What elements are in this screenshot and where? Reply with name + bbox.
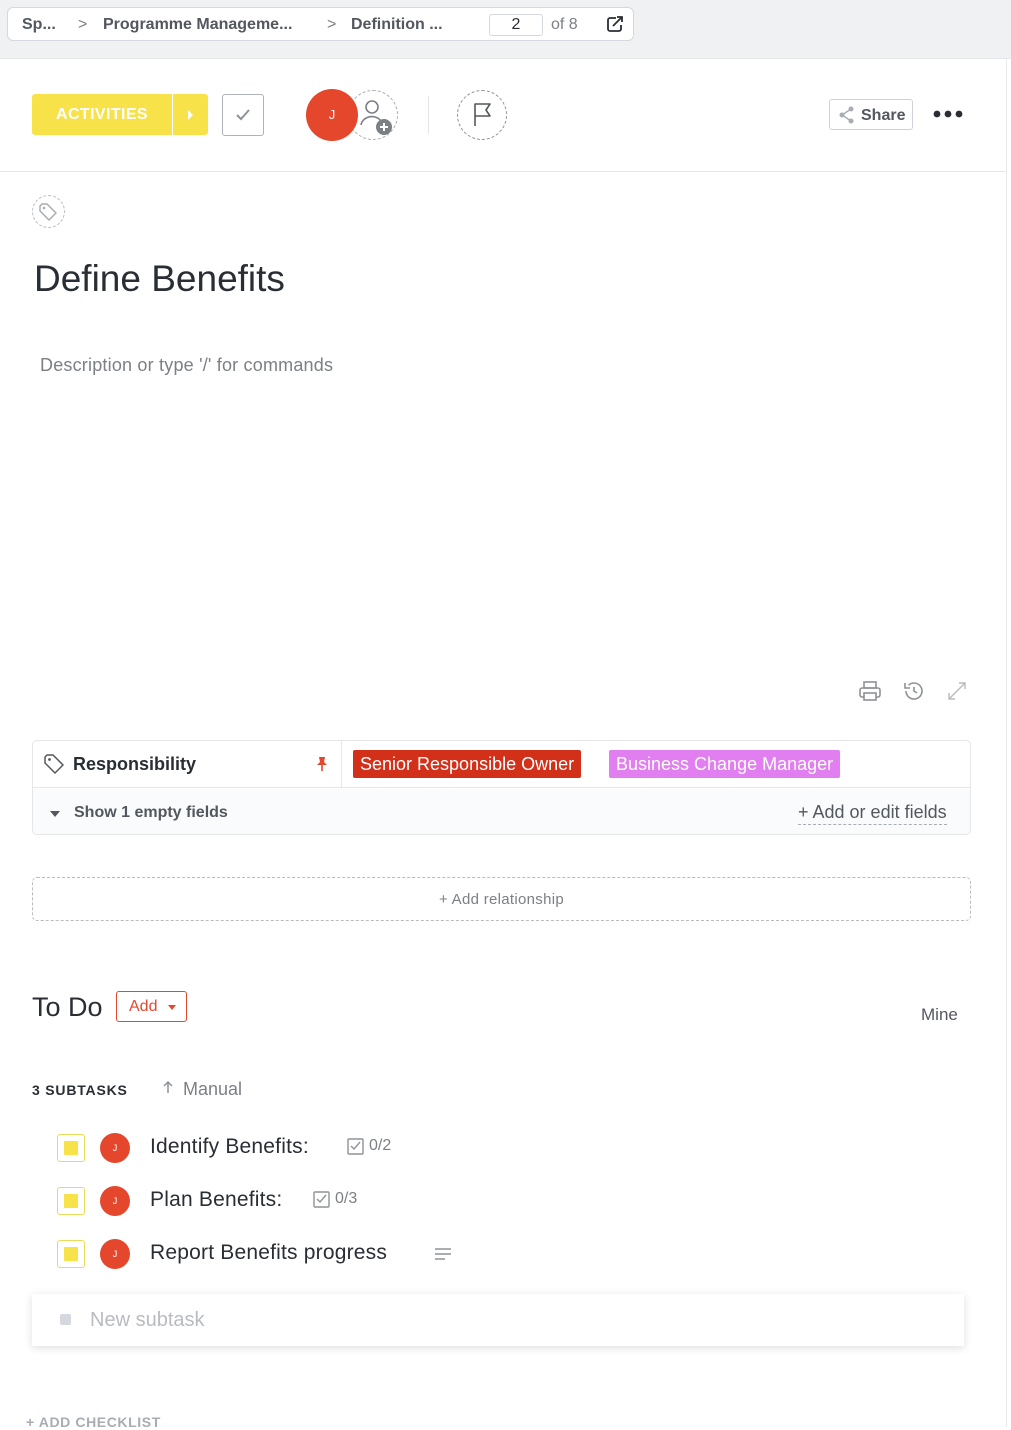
top-navigation-bar: Sp... > Programme Manageme... > Definiti… [0,0,1011,59]
page-number-input[interactable]: 2 [489,14,543,36]
subtask-row[interactable]: J Report Benefits progress [0,1239,1006,1280]
custom-fields-card: Responsibility Senior Responsible Owner … [32,740,971,835]
subtask-name[interactable]: Plan Benefits: [150,1188,282,1212]
subtask-status[interactable] [57,1187,85,1215]
checklist-icon [313,1191,330,1208]
description-icon [435,1248,451,1260]
mine-filter[interactable]: Mine [921,1005,958,1025]
breadcrumb-separator: > [78,16,88,33]
checklist-progress: 0/2 [369,1137,392,1154]
sort-manual[interactable]: Manual [183,1079,242,1100]
print-icon[interactable] [858,679,882,703]
subtasks-count: 3 SUBTASKS [32,1082,128,1098]
add-edit-fields-link[interactable]: + Add or edit fields [798,802,947,825]
tag-icon [39,203,57,221]
assignee-avatar[interactable]: J [306,89,358,141]
field-divider [341,741,342,788]
add-tag-button[interactable] [32,195,65,228]
complete-task-button[interactable] [222,94,264,136]
breadcrumb-item-folder[interactable]: Programme Manageme... [103,16,292,34]
next-status-button[interactable] [173,94,208,135]
todo-heading: To Do [32,992,103,1022]
task-title[interactable]: Define Benefits [34,258,285,300]
field-footer: Show 1 empty fields + Add or edit fields [33,789,970,834]
flag-icon [474,103,491,126]
subtask-status[interactable] [57,1134,85,1162]
new-subtask-row[interactable]: New subtask [32,1294,964,1346]
page-total-label: of 8 [551,16,578,33]
panel-border [1006,59,1007,1427]
subtask-row[interactable]: J Plan Benefits: 0/3 [0,1186,1006,1227]
subtask-name[interactable]: Report Benefits progress [150,1241,387,1265]
subtask-row[interactable]: J Identify Benefits: 0/2 [0,1133,1006,1174]
toolbar-divider [428,96,429,134]
avatar[interactable]: J [100,1133,130,1163]
tag-icon [44,754,64,774]
subtask-name[interactable]: Identify Benefits: [150,1135,309,1159]
status-dot-icon [60,1314,71,1325]
add-subtask-dropdown[interactable]: Add [116,991,187,1022]
share-label: Share [861,107,906,124]
add-checklist-button[interactable]: + ADD CHECKLIST [26,1414,161,1430]
more-options-button[interactable] [932,105,964,123]
toolbar-separator [0,171,1006,172]
add-label: Add [129,998,158,1015]
avatar[interactable]: J [100,1186,130,1216]
new-subtask-input[interactable]: New subtask [90,1309,205,1332]
pin-icon[interactable] [315,756,329,772]
caret-down-icon [168,1005,176,1010]
arrow-up-icon[interactable] [160,1079,176,1095]
add-relationship-button[interactable]: + Add relationship [32,877,971,921]
breadcrumb-item-list[interactable]: Definition ... [351,16,443,34]
checklist-icon [347,1138,364,1155]
breadcrumb: Sp... > Programme Manageme... > Definiti… [7,7,634,41]
field-row-responsibility: Responsibility Senior Responsible Owner … [33,741,970,788]
priority-button[interactable] [457,90,507,140]
expand-icon[interactable] [945,679,969,703]
label-senior-responsible-owner[interactable]: Senior Responsible Owner [353,750,582,778]
description-input[interactable]: Description or type '/' for commands [40,355,333,376]
subtask-status[interactable] [57,1240,85,1268]
label-business-change-manager[interactable]: Business Change Manager [609,750,841,778]
show-empty-fields-toggle[interactable]: Show 1 empty fields [74,804,228,822]
history-icon[interactable] [902,679,926,703]
status-button[interactable]: ACTIVITIES [32,94,172,135]
share-icon [839,106,854,124]
share-button[interactable]: Share [829,99,913,130]
field-label: Responsibility [73,754,197,774]
checkmark-icon [236,109,250,121]
chevron-right-icon [188,110,193,120]
more-dots-icon [933,110,963,118]
caret-down-icon [50,811,60,817]
exit-icon[interactable] [605,14,625,34]
breadcrumb-item-space[interactable]: Sp... [22,16,56,34]
checklist-progress: 0/3 [335,1190,358,1207]
avatar[interactable]: J [100,1239,130,1269]
breadcrumb-separator: > [327,16,337,33]
